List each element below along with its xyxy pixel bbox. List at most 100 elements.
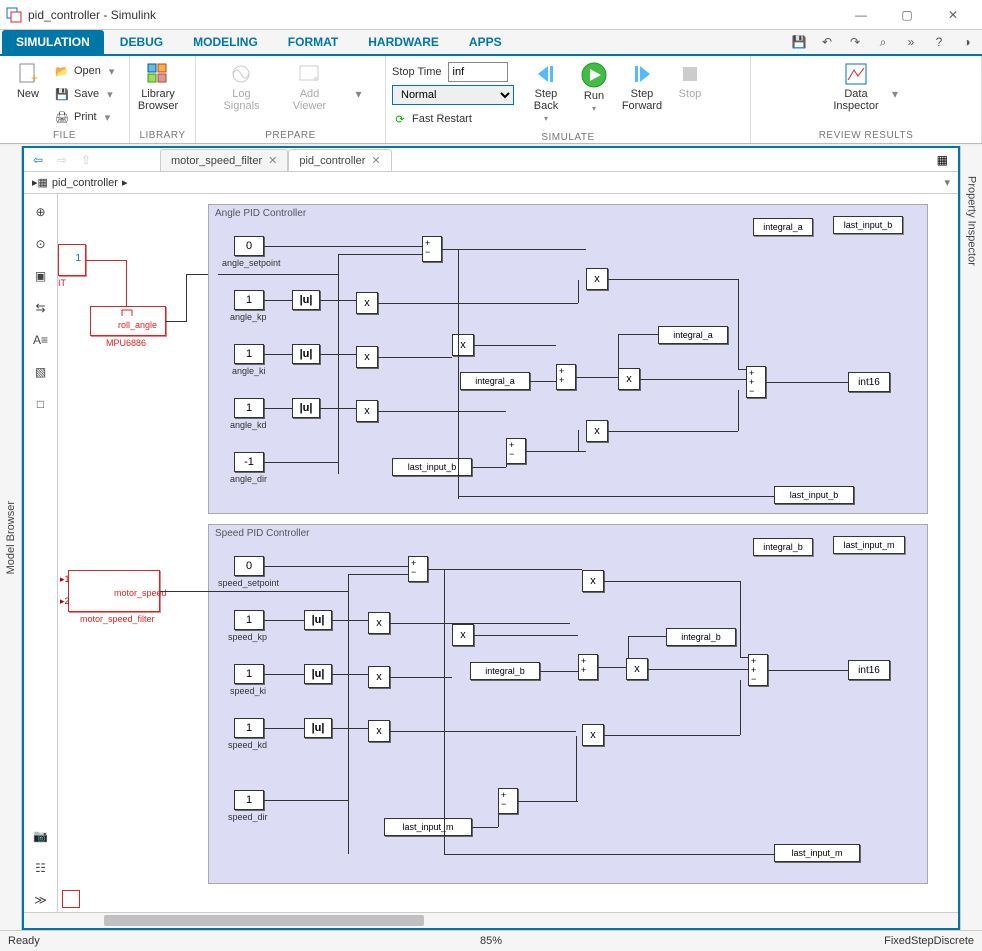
redo-icon[interactable]: ↷ <box>846 33 864 51</box>
screenshot-icon[interactable]: 📷 <box>29 824 53 848</box>
run-button[interactable]: Run▾ <box>572 60 616 113</box>
close-button[interactable]: ✕ <box>930 0 976 30</box>
undo-icon[interactable]: ↶ <box>818 33 836 51</box>
speed-mul-d2[interactable]: x <box>582 724 604 746</box>
angle-out-int16[interactable]: int16 <box>848 372 890 392</box>
library-browser-button[interactable]: Library Browser <box>136 60 180 112</box>
speed-kp-block[interactable]: 1 <box>234 610 264 630</box>
step-forward-button[interactable]: Step Forward <box>620 60 664 112</box>
print-button[interactable]: 🖨Print▾ <box>54 106 114 128</box>
angle-mul-kp[interactable]: x <box>356 292 378 314</box>
tag-last-input-m[interactable]: last_input_m <box>833 536 905 554</box>
tag-last-input-b[interactable]: last_input_b <box>833 216 903 234</box>
nav-fwd-icon[interactable]: ⇨ <box>52 150 72 170</box>
tag-integral-b[interactable]: integral_b <box>753 538 813 556</box>
speed-mul-ki[interactable]: x <box>368 666 390 688</box>
save-icon[interactable]: 💾 <box>790 33 808 51</box>
open-button[interactable]: 📂Open▾ <box>54 60 114 82</box>
browse-icon[interactable]: ⊕ <box>29 200 53 224</box>
angle-mul-kd[interactable]: x <box>356 400 378 422</box>
angle-sum-int[interactable]: ++ <box>556 364 576 390</box>
angle-sum-err[interactable]: +− <box>422 236 442 262</box>
tab-simulation[interactable]: SIMULATION <box>2 30 104 54</box>
collapse-ribbon-icon[interactable]: ◑ <box>958 33 976 51</box>
model-browser-rail[interactable]: Model Browser <box>0 146 22 930</box>
canvas-view-icon[interactable]: ▦ <box>937 153 954 167</box>
file-tab-motor-speed-filter[interactable]: motor_speed_filter✕ <box>160 149 288 171</box>
minimize-button[interactable]: — <box>838 0 884 30</box>
expand-icon[interactable]: ≫ <box>29 888 53 912</box>
tree-icon[interactable]: ☷ <box>29 856 53 880</box>
speed-mul-p[interactable]: x <box>582 570 604 592</box>
speed-pid-box[interactable]: Speed PID Controller <box>208 524 928 884</box>
zoom-icon[interactable]: ⊙ <box>29 232 53 256</box>
tab-hardware[interactable]: HARDWARE <box>354 30 453 54</box>
overview-icon[interactable] <box>62 890 80 908</box>
angle-mul-p[interactable]: x <box>586 268 608 290</box>
angle-sum-d[interactable]: +− <box>506 438 526 464</box>
angle-mul-ki[interactable]: x <box>356 346 378 368</box>
speed-abs-kp[interactable]: |u| <box>304 610 332 630</box>
angle-dir-block[interactable]: -1 <box>234 452 264 472</box>
mode-select[interactable]: Normal <box>392 85 514 105</box>
angle-last-read[interactable]: last_input_b <box>392 458 472 476</box>
breadcrumb[interactable]: ▸▦ pid_controller ▸ ▾ <box>24 172 958 194</box>
speed-mul-kp[interactable]: x <box>368 612 390 634</box>
angle-kp-block[interactable]: 1 <box>234 290 264 310</box>
speed-integral-store[interactable]: integral_b <box>666 628 736 646</box>
help-icon[interactable]: ? <box>930 33 948 51</box>
nav-back-icon[interactable]: ⇦ <box>28 150 48 170</box>
angle-setpoint-block[interactable]: 0 <box>234 236 264 256</box>
angle-last-store[interactable]: last_input_b <box>774 486 854 504</box>
speed-abs-ki[interactable]: |u| <box>304 664 332 684</box>
tab-debug[interactable]: DEBUG <box>106 30 177 54</box>
property-inspector-rail[interactable]: Property Inspector <box>960 146 982 930</box>
speed-last-read[interactable]: last_input_m <box>384 818 472 836</box>
status-solver[interactable]: FixedStepDiscrete <box>884 935 974 947</box>
fast-restart-button[interactable]: ⟳Fast Restart <box>392 108 514 130</box>
status-zoom[interactable]: 85% <box>480 935 502 947</box>
speed-out-int16[interactable]: int16 <box>848 660 890 680</box>
speed-mul-i[interactable]: x <box>452 624 474 646</box>
tab-apps[interactable]: APPS <box>455 30 516 54</box>
angle-integral-read[interactable]: integral_a <box>460 372 530 390</box>
close-icon[interactable]: ✕ <box>371 154 380 167</box>
breadcrumb-label[interactable]: pid_controller <box>52 177 118 189</box>
data-inspector-button[interactable]: Data Inspector <box>834 60 878 112</box>
step-back-button[interactable]: Step Back▾ <box>524 60 568 123</box>
nav-up-icon[interactable]: ⇧ <box>76 150 96 170</box>
save-button[interactable]: 💾Save▾ <box>54 83 114 105</box>
stop-button[interactable]: Stop <box>668 60 712 100</box>
annotate-icon[interactable]: A≡ <box>29 328 53 352</box>
angle-abs-kp[interactable]: |u| <box>292 290 320 310</box>
tab-modeling[interactable]: MODELING <box>179 30 272 54</box>
angle-mul-istore[interactable]: x <box>618 368 640 390</box>
angle-mul-i[interactable]: x <box>452 334 474 356</box>
speed-setpoint-block[interactable]: 0 <box>234 556 264 576</box>
speed-mul-istore[interactable]: x <box>626 658 648 680</box>
horizontal-scrollbar[interactable] <box>24 912 958 928</box>
fit-icon[interactable]: ▣ <box>29 264 53 288</box>
block-it[interactable]: 1 <box>58 244 86 276</box>
chevron-down-icon[interactable]: ▾ <box>944 176 950 189</box>
angle-kd-block[interactable]: 1 <box>234 398 264 418</box>
tab-format[interactable]: FORMAT <box>274 30 352 54</box>
angle-sum-out[interactable]: ++− <box>746 366 766 398</box>
add-viewer-button[interactable]: + Add Viewer <box>287 60 331 112</box>
stoptime-input[interactable] <box>448 62 508 82</box>
angle-abs-kd[interactable]: |u| <box>292 398 320 418</box>
file-tab-pid-controller[interactable]: pid_controller✕ <box>288 149 391 171</box>
speed-sum-err[interactable]: +− <box>408 556 428 582</box>
speed-sum-int[interactable]: ++ <box>578 654 598 680</box>
image-icon[interactable]: ▧ <box>29 360 53 384</box>
more-icon[interactable]: » <box>902 33 920 51</box>
angle-integral-store[interactable]: integral_a <box>658 326 728 344</box>
speed-last-store[interactable]: last_input_m <box>774 844 860 862</box>
swap-icon[interactable]: ⇆ <box>29 296 53 320</box>
diagram-canvas[interactable]: 1 IT roll_angle MPU6886 motor_speed ▸1 ▸… <box>58 194 958 912</box>
speed-abs-kd[interactable]: |u| <box>304 718 332 738</box>
angle-mul-d2[interactable]: x <box>586 420 608 442</box>
search-icon[interactable]: ⌕ <box>874 33 892 51</box>
angle-abs-ki[interactable]: |u| <box>292 344 320 364</box>
area-icon[interactable]: □ <box>29 392 53 416</box>
